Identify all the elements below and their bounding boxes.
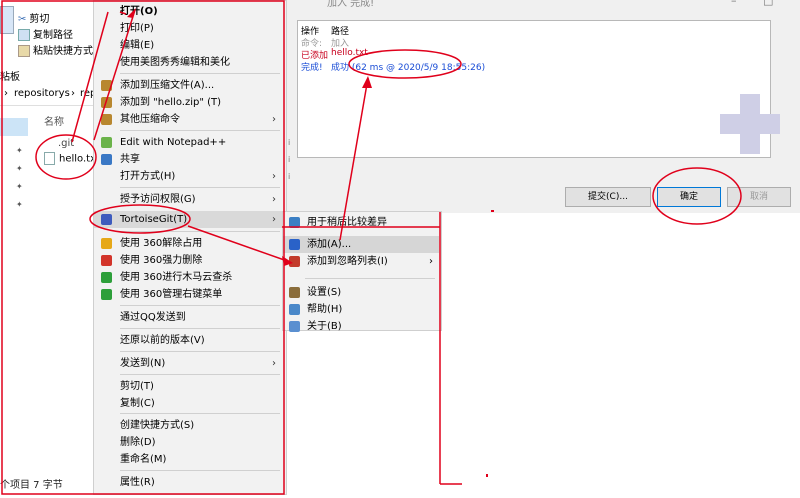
arrow-head [362,76,372,88]
annotation-dot [486,474,488,477]
annotation-box [1,0,285,495]
annotation-arrow [71,11,109,143]
annotation-circle-success [348,49,462,79]
annotation-overlay [1,0,742,495]
annotation-arrow [187,225,291,263]
annotation-dot [491,210,494,212]
annotation-arrow [119,11,127,15]
annotation-circle-ok [652,167,742,225]
annotation-circle-tortoisegit [89,204,191,234]
annotation-arrow [93,9,136,141]
annotation-circle-file [35,134,97,180]
annotation-arrow [339,77,369,241]
